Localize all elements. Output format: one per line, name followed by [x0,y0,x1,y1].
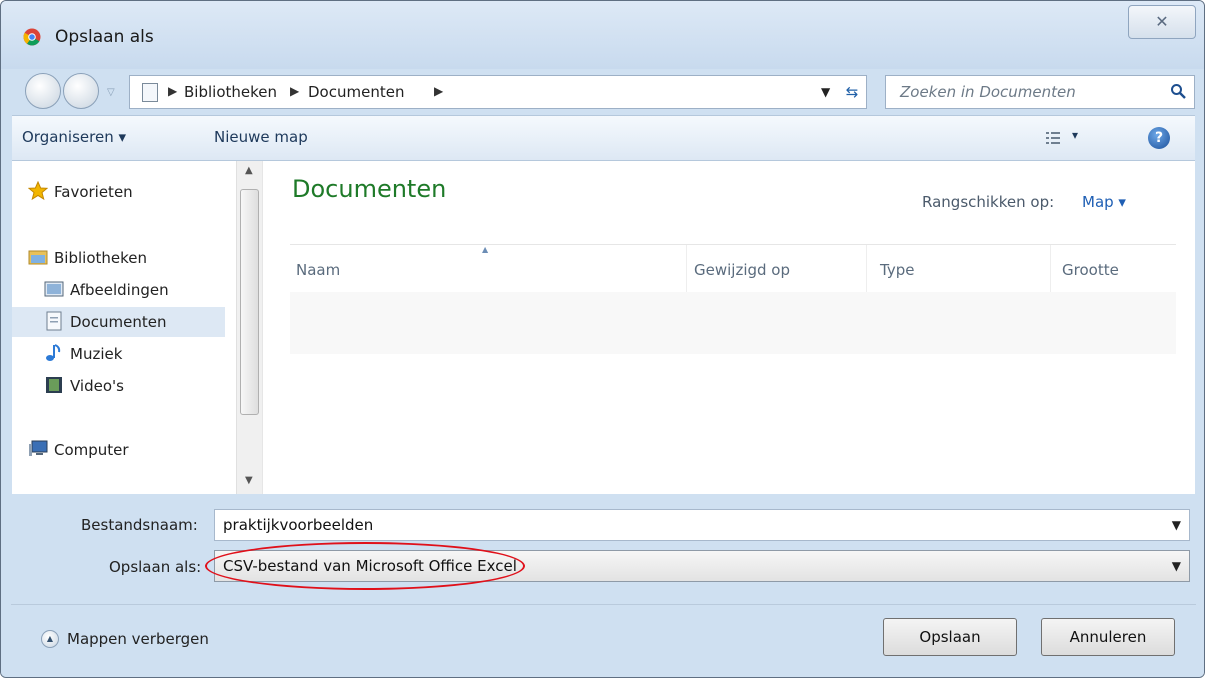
save-as-dialog: Opslaan als ✕ ▽ ▶ Bibliotheken ▶ Documen… [0,0,1205,678]
column-header-row: ▲ Naam Gewijzigd op Type Grootte [290,244,1176,294]
address-dropdown-icon[interactable]: ▼ [821,85,830,99]
computer-icon [29,440,48,456]
breadcrumb-arrow-icon[interactable]: ▶ [434,84,443,98]
recent-locations-chevron-icon[interactable]: ▽ [107,87,115,98]
refresh-icon[interactable]: ⇆ [837,75,867,109]
nav-item-pictures[interactable]: Afbeeldingen [12,275,225,305]
details-view-icon [1046,132,1060,144]
scroll-thumb[interactable] [240,189,259,415]
address-bar[interactable]: ▶ Bibliotheken ▶ Documenten ▶ [129,75,867,109]
pictures-icon [44,281,64,297]
file-list-pane: Documenten Rangschikken op: Map ▾ ▲ Naam… [282,161,1176,494]
highlight-annotation [205,542,525,590]
title-bar: Opslaan als ✕ [1,1,1204,69]
search-input[interactable]: Zoeken in Documenten [885,75,1195,109]
star-icon [28,181,48,201]
document-icon [46,311,62,331]
save-form: Bestandsnaam: praktijkvoorbeelden ▼ Opsl… [1,494,1204,677]
sort-ascending-icon: ▲ [482,245,489,254]
nav-scrollbar[interactable]: ▲ ▼ [236,161,262,494]
close-button[interactable]: ✕ [1128,5,1196,39]
collapse-arrow-icon: ▲ [41,630,59,648]
nav-item-music[interactable]: Muziek [12,339,225,369]
filetype-label: Opslaan als: [109,558,202,576]
new-folder-button[interactable]: Nieuwe map [214,128,308,146]
chrome-icon [23,28,41,46]
change-view-button[interactable]: ▾ [1046,128,1086,148]
column-separator[interactable] [686,245,687,293]
browser-area: Favorieten Bibliotheken Afbeeldingen Doc… [12,161,1195,494]
scroll-up-icon[interactable]: ▲ [245,165,253,176]
back-button[interactable] [25,73,61,109]
view-dropdown-icon[interactable]: ▾ [1072,128,1078,142]
command-toolbar: Organiseren ▾ Nieuwe map ▾ ? [12,115,1195,161]
window-title: Opslaan als [55,27,154,47]
divider [11,604,1196,605]
document-folder-icon [142,83,158,102]
music-icon [46,344,61,361]
nav-item-computer[interactable]: Computer [12,435,225,465]
filename-label: Bestandsnaam: [81,516,198,534]
column-modified[interactable]: Gewijzigd op [694,261,790,279]
nav-item-favorites[interactable]: Favorieten [12,177,225,207]
navigation-pane: Favorieten Bibliotheken Afbeeldingen Doc… [12,161,262,494]
nav-item-libraries[interactable]: Bibliotheken [12,243,225,273]
filetype-dropdown-icon[interactable]: ▼ [1172,559,1181,573]
video-icon [46,377,62,393]
filename-input[interactable]: praktijkvoorbeelden ▼ [214,509,1190,541]
hide-folders-label: Mappen verbergen [67,630,209,648]
library-title: Documenten [292,175,447,203]
cancel-button[interactable]: Annuleren [1041,618,1175,656]
search-icon[interactable] [1170,83,1186,99]
save-button[interactable]: Opslaan [883,618,1017,656]
breadcrumb-arrow-icon[interactable]: ▶ [290,84,299,98]
arrange-by-label: Rangschikken op: [922,193,1055,211]
help-icon[interactable]: ? [1148,127,1170,149]
nav-item-videos[interactable]: Video's [12,371,225,401]
filename-dropdown-icon[interactable]: ▼ [1172,518,1181,532]
empty-file-list [290,292,1176,354]
nav-item-documents[interactable]: Documenten [12,307,225,337]
column-separator[interactable] [866,245,867,293]
arrange-by-dropdown[interactable]: Map ▾ [1082,193,1126,211]
column-type[interactable]: Type [880,261,914,279]
column-name[interactable]: Naam [296,261,340,279]
filename-value: praktijkvoorbeelden [223,516,374,534]
breadcrumb-libraries[interactable]: Bibliotheken [184,83,277,101]
breadcrumb-arrow-icon[interactable]: ▶ [168,84,177,98]
breadcrumb-documents[interactable]: Documenten [308,83,404,101]
library-icon [28,250,48,265]
organize-button[interactable]: Organiseren ▾ [22,128,126,146]
search-placeholder: Zoeken in Documenten [900,83,1076,101]
pane-divider[interactable] [262,161,263,494]
scroll-down-icon[interactable]: ▼ [245,475,253,486]
forward-button[interactable] [63,73,99,109]
column-separator[interactable] [1050,245,1051,293]
column-size[interactable]: Grootte [1062,261,1119,279]
